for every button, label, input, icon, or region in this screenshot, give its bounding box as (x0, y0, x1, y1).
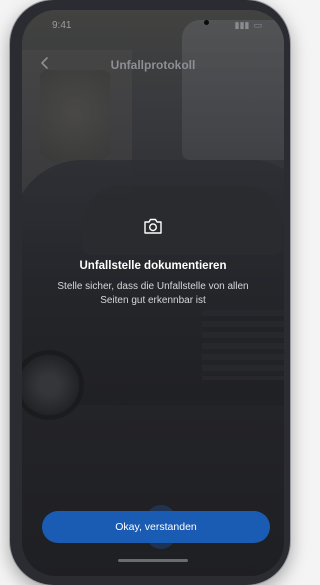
front-camera (204, 20, 209, 25)
status-bar: 9:41 ▮▮▮ ▭ (22, 10, 284, 40)
battery-icon: ▭ (253, 20, 262, 30)
home-indicator (118, 559, 188, 562)
status-indicators: ▮▮▮ ▭ (235, 20, 262, 31)
instruction-description: Stelle sicher, dass die Unfallstelle von… (57, 281, 249, 306)
page-title: Unfallprotokoll (110, 58, 196, 72)
camera-icon (143, 217, 163, 235)
signal-icon: ▮▮▮ (234, 20, 250, 30)
instruction-heading: Unfallstelle dokumentieren (79, 260, 227, 272)
header: Unfallprotokoll (22, 50, 284, 80)
screen: 9:41 ▮▮▮ ▭ Unfallprotokoll Unfallstelle … (22, 10, 284, 576)
phone-frame: 9:41 ▮▮▮ ▭ Unfallprotokoll Unfallstelle … (10, 0, 290, 585)
status-time: 9:41 (52, 20, 72, 31)
confirm-button[interactable]: Okay, verstanden (42, 511, 270, 543)
